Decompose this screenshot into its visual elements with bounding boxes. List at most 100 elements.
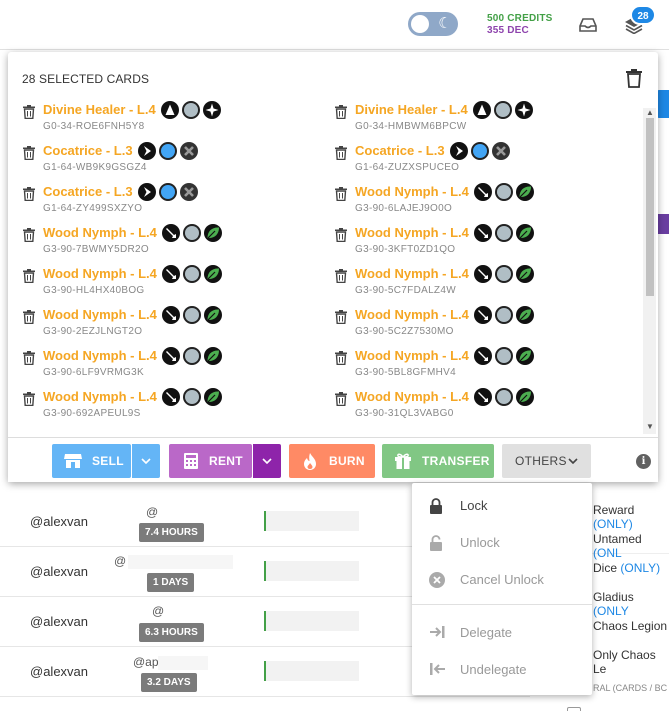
- remove-card-trash-icon[interactable]: [23, 351, 35, 366]
- remove-card-trash-icon[interactable]: [23, 105, 35, 120]
- scrollbar-thumb[interactable]: [646, 118, 654, 296]
- remove-card-trash-icon[interactable]: [335, 351, 347, 366]
- transfer-label: TRANSFER: [422, 454, 490, 468]
- selected-card-item: Wood Nymph - L.4 G3-90-5C7FDALZ4W: [320, 260, 620, 301]
- undelegate-arrow-icon: [430, 663, 445, 675]
- filter-label: Gladius: [593, 590, 634, 604]
- earth-icon: [516, 306, 534, 324]
- rent-button[interactable]: RENT: [169, 444, 252, 478]
- others-button[interactable]: OTHERS: [502, 444, 591, 478]
- card-uid: G3-90-7BWMY5DR2O: [43, 244, 149, 255]
- remove-card-trash-icon[interactable]: [335, 105, 347, 120]
- earth-icon: [516, 347, 534, 365]
- selected-card-item: Wood Nymph - L.4 G3-90-6LAJEJ9O0O: [320, 178, 620, 219]
- card-uid: G3-90-2EZJLNGT2O: [43, 326, 143, 337]
- neutral-icon: [495, 347, 513, 365]
- neutral-icon: [183, 265, 201, 283]
- filter-tag: (ONLY: [593, 604, 629, 618]
- filter-item[interactable]: Reward (ONLY): [593, 503, 669, 531]
- menu-item-lock[interactable]: Lock: [412, 487, 592, 524]
- selected-card-item: Wood Nymph - L.4 G3-90-3KFT0ZD1QO: [320, 219, 620, 260]
- selected-card-item: Cocatrice - L.3 G1-64-ZY499SXZYO: [8, 178, 308, 219]
- modal-actions: SELL RENT BURN TRANSFER OTHERS i: [8, 437, 658, 482]
- info-icon[interactable]: i: [636, 454, 651, 469]
- filter-item[interactable]: Chaos Legion: [593, 619, 667, 633]
- filter-item[interactable]: Only Chaos Le: [593, 648, 669, 676]
- transfer-button[interactable]: TRANSFER: [382, 444, 494, 478]
- store-icon: [64, 454, 82, 468]
- remove-card-trash-icon[interactable]: [335, 310, 347, 325]
- melee-icon: [162, 347, 180, 365]
- filter-item[interactable]: Gladius (ONLY: [593, 590, 669, 618]
- remove-card-trash-icon[interactable]: [23, 310, 35, 325]
- remove-card-trash-icon[interactable]: [335, 187, 347, 202]
- card-name: Wood Nymph - L.4: [43, 266, 157, 281]
- rent-options-dropdown[interactable]: [253, 444, 281, 478]
- life-icon: [473, 101, 491, 119]
- card-name: Wood Nymph - L.4: [355, 307, 469, 322]
- chevron-down-icon: [262, 458, 272, 464]
- earth-icon: [204, 224, 222, 242]
- neutral-icon: [494, 101, 512, 119]
- calculator-icon: [184, 453, 198, 469]
- card-name: Wood Nymph - L.4: [43, 307, 157, 322]
- menu-item-unlock[interactable]: Unlock: [412, 524, 592, 561]
- neutral-icon: [495, 306, 513, 324]
- compass-icon: [203, 101, 221, 119]
- remove-card-trash-icon[interactable]: [335, 392, 347, 407]
- remove-card-trash-icon[interactable]: [23, 269, 35, 284]
- card-name: Wood Nymph - L.4: [355, 389, 469, 404]
- card-uid: G3-90-31QL3VABG0: [355, 408, 454, 419]
- dec-balance: 355 DEC: [487, 25, 529, 36]
- selected-card-item: Divine Healer - L.4 G0-34-HMBWM6BPCW: [320, 96, 620, 137]
- arrow-icon: [138, 142, 156, 160]
- clear-all-trash-icon[interactable]: [625, 69, 643, 88]
- remove-card-trash-icon[interactable]: [335, 269, 347, 284]
- menu-item-label: Cancel Unlock: [460, 572, 544, 587]
- card-uid: G3-90-5C7FDALZ4W: [355, 285, 456, 296]
- card-name: Divine Healer - L.4: [355, 102, 468, 117]
- filter-tag: (ONLY): [593, 517, 633, 531]
- filter-label: Only Chaos Le: [593, 648, 656, 676]
- melee-icon: [162, 388, 180, 406]
- redacted-cell: [264, 661, 359, 681]
- checkbox[interactable]: [567, 707, 581, 711]
- card-uid: G3-90-6LAJEJ9O0O: [355, 203, 453, 214]
- burn-button[interactable]: BURN: [289, 444, 375, 478]
- filter-label: Untamed: [593, 532, 642, 546]
- neutral-icon: [182, 101, 200, 119]
- credits-balance: 500 CREDITS: [487, 13, 553, 24]
- menu-item-cancel-unlock[interactable]: Cancel Unlock: [412, 561, 592, 598]
- remove-card-trash-icon[interactable]: [23, 392, 35, 407]
- card-name: Wood Nymph - L.4: [43, 348, 157, 363]
- delegate-arrow-icon: [430, 626, 445, 638]
- card-name: Wood Nymph - L.4: [355, 225, 469, 240]
- neutral-icon: [495, 224, 513, 242]
- remove-card-trash-icon[interactable]: [23, 146, 35, 161]
- chevron-down-icon: [568, 458, 578, 464]
- renter-name: @: [114, 554, 127, 568]
- menu-item-delegate[interactable]: Delegate: [412, 614, 592, 651]
- melee-icon: [474, 224, 492, 242]
- section-label: RAL (CARDS / BC: [593, 683, 668, 693]
- remove-card-trash-icon[interactable]: [335, 228, 347, 243]
- scroll-down-arrow[interactable]: ▼: [645, 422, 655, 432]
- remove-card-trash-icon[interactable]: [23, 228, 35, 243]
- filter-label: Reward: [593, 503, 635, 517]
- filter-item[interactable]: Dice (ONLY): [593, 561, 660, 575]
- redacted-cell: [264, 611, 359, 631]
- menu-item-label: Delegate: [460, 625, 513, 640]
- inbox-icon[interactable]: [578, 16, 598, 34]
- selected-card-item: Wood Nymph - L.4 G3-90-5C2Z7530MO: [320, 301, 620, 342]
- notification-badge: 28: [630, 5, 656, 25]
- sell-button[interactable]: SELL: [52, 444, 131, 478]
- menu-item-undelegate[interactable]: Undelegate: [412, 651, 592, 688]
- neutral-icon: [183, 347, 201, 365]
- remove-card-trash-icon[interactable]: [335, 146, 347, 161]
- sell-options-dropdown[interactable]: [132, 444, 160, 478]
- selected-card-item: Wood Nymph - L.4 G3-90-7BWMY5DR2O: [8, 219, 308, 260]
- dark-mode-toggle[interactable]: ☾: [408, 12, 458, 36]
- remove-card-trash-icon[interactable]: [23, 187, 35, 202]
- scroll-up-arrow[interactable]: ▲: [645, 108, 655, 118]
- filter-item[interactable]: Untamed (ONL: [593, 532, 669, 560]
